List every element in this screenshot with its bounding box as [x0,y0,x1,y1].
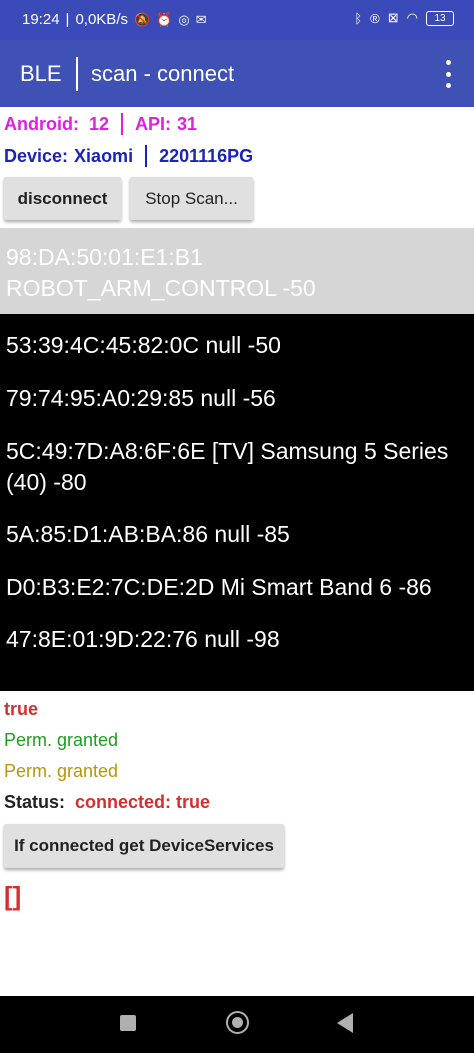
api-value: 31 [177,113,198,134]
battery-icon: 13 [426,10,454,26]
services-output: [] [4,881,22,911]
device-list-item[interactable]: 47:8E:01:9D:22:76 null -98 [0,603,474,655]
device-brand: Xiaomi [74,145,134,166]
android-version: 12 [88,113,110,134]
dot [445,71,451,77]
device-list-item[interactable]: 79:74:95:A0:29:85 null -56 [0,361,474,414]
status-sep: | [65,11,70,28]
bluetooth-icon: ᛒ [354,10,363,26]
dot [445,83,451,88]
info-divider [121,113,124,135]
stop-scan-button[interactable]: Stop Scan... [130,177,253,220]
disconnect-button[interactable]: disconnect [4,177,121,220]
device-list-item[interactable]: 53:39:4C:45:82:0C null -50 [0,314,474,361]
navigation-bar [0,996,474,1053]
permission-status-2: Perm. granted [4,761,119,781]
android-info-row: Android: 12 API: 31 [4,113,197,135]
recents-icon[interactable] [120,1015,136,1031]
app-subtitle: scan - connect [91,61,235,86]
network-speed: 0,0KB/s [75,11,128,28]
device-model: 2201116PG [159,145,254,166]
app-title-divider [76,57,78,91]
connection-status: Status: connected: true [4,792,210,813]
status-left: 19:24 | 0,0KB/s 🔕 ⏰ ◎ ✉ [22,11,207,28]
wifi-icon: ◠ [406,10,418,25]
device-list[interactable]: 98:DA:50:01:E1:B1 ROBOT_ARM_CONTROL -50 … [0,228,474,691]
mail-icon: ✉ [195,11,207,27]
device-list-item[interactable]: 5C:49:7D:A8:6F:6E [TV] Samsung 5 Series … [0,414,474,498]
info-divider [145,145,148,167]
app-title: BLE [20,61,62,86]
viber-icon: ◎ [178,11,190,27]
home-icon[interactable] [226,1011,249,1034]
dot [445,60,451,65]
device-info-row: Device: Xiaomi 2201116PG [4,145,253,167]
device-label: Device: [4,145,69,166]
more-vert-icon[interactable] [438,60,458,88]
device-list-item[interactable]: 98:DA:50:01:E1:B1 ROBOT_ARM_CONTROL -50 [0,228,474,314]
result-flag: true [4,699,39,719]
get-services-button[interactable]: If connected get DeviceServices [4,824,284,868]
permission-status-1: Perm. granted [4,730,119,750]
registered-icon: ® [370,10,380,26]
signal-off-icon: ⊠ [387,10,399,25]
status-label: Status: [4,792,66,812]
alarm-icon: ⏰ [156,11,173,27]
device-list-item[interactable]: 5A:85:D1:AB:BA:86 null -85 [0,498,474,550]
api-label: API: [135,113,172,134]
status-time: 19:24 [22,11,60,28]
status-bar: 19:24 | 0,0KB/s 🔕 ⏰ ◎ ✉ ᛒ ® ⊠ ◠ 13 [0,0,474,40]
device-list-item[interactable]: D0:B3:E2:7C:DE:2D Mi Smart Band 6 -86 [0,550,474,603]
app-bar: BLE scan - connect [0,40,474,107]
back-icon[interactable] [337,1013,353,1033]
status-right: ᛒ ® ⊠ ◠ 13 [354,10,454,26]
status-value: connected: true [75,792,211,812]
notification-muted-icon: 🔕 [133,11,151,27]
android-label: Android: [4,113,79,134]
